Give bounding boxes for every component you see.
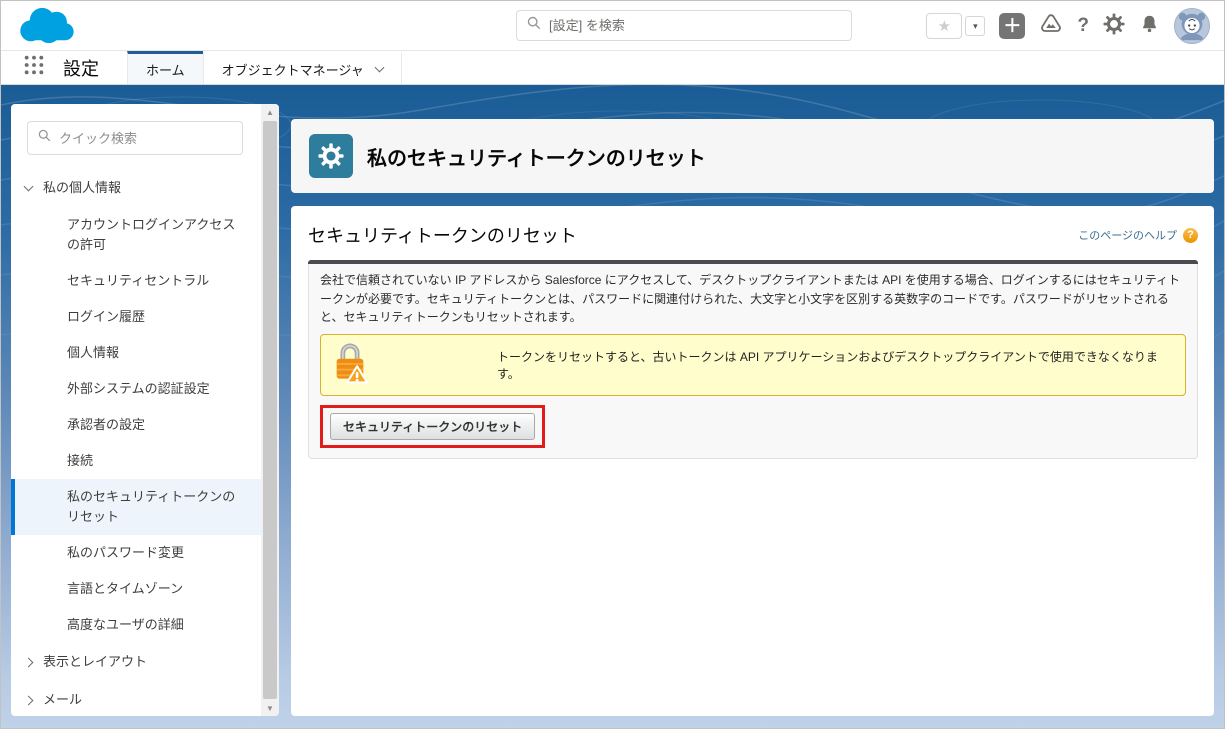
global-search-box [516, 10, 852, 41]
search-icon [527, 16, 541, 35]
chevron-right-icon [24, 657, 34, 667]
section-title: セキュリティトークンのリセット [308, 222, 577, 248]
warning-box: トークンをリセットすると、古いトークンは API アプリケーションおよびデスクト… [320, 334, 1186, 396]
chevron-down-icon [24, 182, 34, 192]
question-mark-icon: ? [1077, 15, 1089, 36]
sidebar-item-label: セキュリティセントラル [67, 273, 209, 288]
global-actions-button[interactable]: ＋ [999, 13, 1025, 39]
tab-home[interactable]: ホーム [127, 51, 203, 84]
scroll-up-arrow[interactable]: ▲ [261, 104, 279, 120]
setup-gear-button[interactable] [1103, 13, 1125, 40]
sidebar-item-label: 高度なユーザの詳細 [67, 617, 184, 632]
quick-find-box [27, 121, 243, 155]
sidebar-item-label: 言語とタイムゾーン [67, 581, 183, 596]
favorites-control: ★ ▾ [926, 13, 985, 39]
reset-security-token-button[interactable]: セキュリティトークンのリセット [330, 413, 535, 440]
sidebar-item-email[interactable]: メール [11, 681, 261, 716]
app-launcher-button[interactable] [23, 54, 45, 81]
tab-object-manager[interactable]: オブジェクトマネージャ [203, 51, 402, 84]
mountain-shield-icon [1039, 12, 1063, 36]
page-title: 私のセキュリティトークンのリセット [367, 142, 706, 171]
notifications-button[interactable] [1139, 13, 1160, 40]
app-name-label: 設定 [63, 55, 99, 81]
setup-sidebar: 私の個人情報 アカウントログインアクセスの許可 セキュリティセントラル ログイン… [11, 104, 279, 716]
gear-icon [318, 143, 344, 169]
sidebar-item-label: 表示とレイアウト [43, 652, 147, 672]
scrollbar-thumb[interactable] [263, 121, 277, 699]
guidance-center-button[interactable] [1039, 12, 1063, 41]
sidebar-item-label: ログイン履歴 [67, 309, 145, 324]
sidebar-item-account-login-access[interactable]: アカウントログインアクセスの許可 [11, 207, 261, 263]
sidebar-item-security-central[interactable]: セキュリティセントラル [11, 263, 261, 299]
sidebar-item-label: 私のパスワード変更 [67, 545, 184, 560]
reset-token-block: 会社で信頼されていない IP アドレスから Salesforce にアクセスして… [308, 260, 1198, 459]
star-icon: ★ [938, 17, 951, 35]
tab-label: オブジェクトマネージャ [222, 60, 364, 79]
sidebar-item-label: 外部システムの認証設定 [67, 381, 210, 396]
sidebar-item-label: 私のセキュリティトークンのリセット [67, 489, 235, 524]
sidebar-item-label: 個人情報 [67, 345, 119, 360]
quick-find-input[interactable] [59, 131, 235, 146]
sidebar-item-label: 私の個人情報 [43, 178, 121, 198]
token-description-text: 会社で信頼されていない IP アドレスから Salesforce にアクセスして… [320, 271, 1186, 327]
global-header: ★ ▾ ＋ ? [1, 1, 1224, 51]
sidebar-item-label: 接続 [67, 453, 93, 468]
sidebar-item-label: メール [43, 690, 82, 710]
help-badge-icon: ? [1183, 228, 1198, 243]
chevron-down-icon: ▾ [973, 21, 978, 32]
global-search-input[interactable] [549, 18, 841, 33]
salesforce-setup-window: ★ ▾ ＋ ? [0, 0, 1225, 729]
setup-nav-bar: 設定 ホーム オブジェクトマネージャ [1, 51, 1224, 85]
tab-label: ホーム [146, 60, 185, 79]
help-button[interactable]: ? [1077, 15, 1089, 37]
search-icon [38, 129, 51, 147]
sidebar-item-approver-settings[interactable]: 承認者の設定 [11, 407, 261, 443]
page-header: 私のセキュリティトークンのリセット [291, 119, 1214, 193]
sidebar-item-my-personal-info[interactable]: 私の個人情報 [11, 169, 261, 207]
chevron-down-icon[interactable] [374, 63, 384, 73]
page-help-link[interactable]: このページのヘルプ ? [1078, 227, 1198, 243]
sidebar-item-language-timezone[interactable]: 言語とタイムゾーン [11, 571, 261, 607]
plus-icon: ＋ [1003, 17, 1021, 35]
setup-tile [309, 134, 353, 178]
sidebar-scrollbar[interactable]: ▲ ▼ [261, 104, 279, 716]
warning-text: トークンをリセットすると、古いトークンは API アプリケーションおよびデスクト… [497, 348, 1175, 382]
help-link-label: このページのヘルプ [1078, 227, 1177, 243]
main-content-card: セキュリティトークンのリセット このページのヘルプ ? 会社で信頼されていない … [291, 206, 1214, 716]
astro-avatar-icon [1175, 9, 1209, 43]
setup-tree: 私の個人情報 アカウントログインアクセスの許可 セキュリティセントラル ログイン… [11, 169, 261, 716]
favorites-dropdown-button[interactable]: ▾ [965, 16, 985, 36]
sidebar-item-external-system-auth[interactable]: 外部システムの認証設定 [11, 371, 261, 407]
scroll-down-arrow[interactable]: ▼ [261, 700, 279, 716]
sidebar-item-reset-security-token[interactable]: 私のセキュリティトークンのリセット [11, 479, 261, 535]
gear-icon [1103, 13, 1125, 35]
user-avatar[interactable] [1174, 8, 1210, 44]
sidebar-item-change-my-password[interactable]: 私のパスワード変更 [11, 535, 261, 571]
sidebar-item-connections[interactable]: 接続 [11, 443, 261, 479]
sidebar-item-login-history[interactable]: ログイン履歴 [11, 299, 261, 335]
sidebar-item-advanced-user-details[interactable]: 高度なユーザの詳細 [11, 607, 261, 643]
bell-icon [1139, 13, 1160, 35]
sidebar-item-label: アカウントログインアクセスの許可 [67, 217, 235, 252]
sidebar-item-personal-information[interactable]: 個人情報 [11, 335, 261, 371]
salesforce-logo-icon[interactable] [17, 6, 75, 46]
annotation-highlight-box: セキュリティトークンのリセット [320, 405, 545, 448]
sidebar-item-label: 承認者の設定 [67, 417, 145, 432]
chevron-right-icon [24, 695, 34, 705]
favorite-star-button[interactable]: ★ [926, 13, 962, 39]
waffle-icon [23, 54, 45, 76]
lock-warning-icon [331, 340, 369, 390]
sidebar-item-display-layout[interactable]: 表示とレイアウト [11, 643, 261, 681]
